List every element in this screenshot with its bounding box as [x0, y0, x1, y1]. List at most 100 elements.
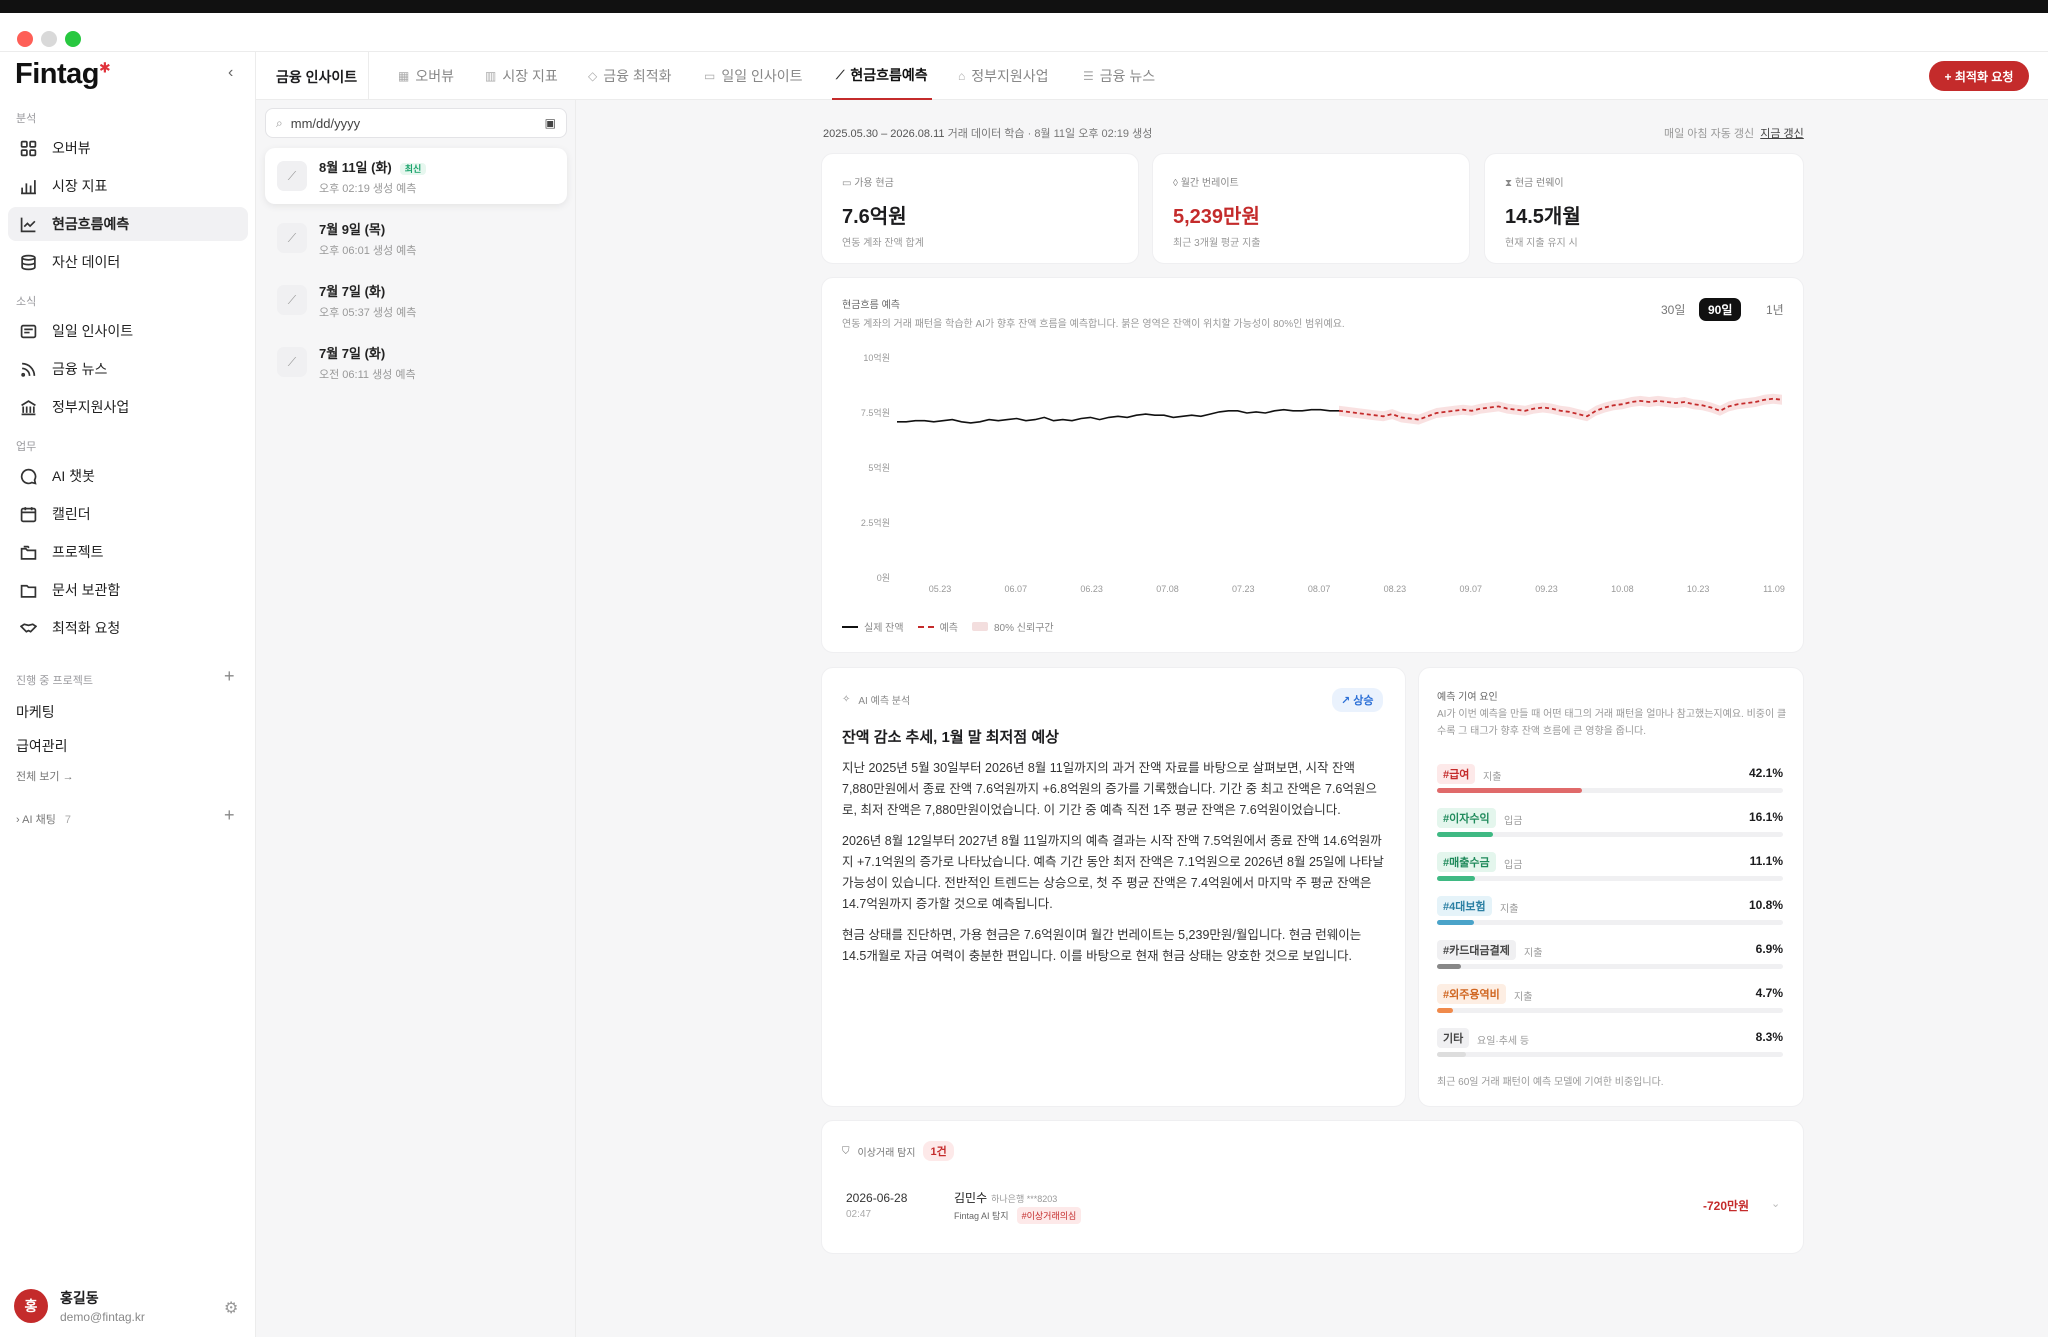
- sidebar-item-overview[interactable]: 오버뷰: [8, 131, 248, 165]
- line-chart-icon: ⟋: [277, 161, 307, 191]
- sidebar-item-gov-support[interactable]: 정부지원사업: [8, 390, 248, 424]
- chevron-down-icon[interactable]: ⌄: [1771, 1197, 1780, 1210]
- sidebar-item-label: 문서 보관함: [52, 582, 121, 598]
- series-line-actual: [897, 408, 1339, 424]
- factor-tag: #급여: [1437, 764, 1476, 784]
- report-item[interactable]: ⟋ 7월 7일 (화) 오전 06:11 생성 예측: [265, 334, 567, 390]
- x-tick-label: 07.23: [1232, 584, 1255, 594]
- report-list-panel: ⌕ mm/dd/yyyy ▣ ⟋ 8월 11일 (화) 최신 오후 02:19 생…: [256, 100, 576, 1337]
- sidebar-item-label: 캘린더: [52, 506, 91, 522]
- data-period-meta: 2025.05.30 – 2026.08.11 거래 데이터 학습 · 8월 1…: [823, 125, 1152, 141]
- factor-kind: 지출: [1524, 948, 1543, 959]
- refresh-now-link[interactable]: 지금 갱신: [1760, 128, 1804, 140]
- x-tick-label: 10.23: [1687, 584, 1710, 594]
- calendar-icon[interactable]: ▣: [545, 116, 556, 130]
- anomaly-count-badge: 1건: [923, 1141, 954, 1161]
- sidebar-item-label: 최적화 요청: [52, 620, 121, 636]
- settings-gear-icon[interactable]: ⚙: [224, 1298, 238, 1318]
- top-tab-bar: 금융 인사이트 ▦ 오버뷰 ▥ 시장 지표 ◇ 금융 최적화 ▭ 일일 인사이트 ⟋ 현금…: [256, 52, 2048, 100]
- sidebar-item-finance-news[interactable]: 금융 뉴스: [8, 352, 248, 386]
- page-title: 금융 인사이트: [276, 69, 358, 85]
- data-period-detail: 거래 데이터 학습 · 8월 11일 오후 02:19 생성: [944, 128, 1153, 140]
- report-item[interactable]: ⟋ 8월 11일 (화) 최신 오후 02:19 생성 예측: [265, 148, 567, 204]
- sidebar-item-project[interactable]: 프로젝트: [8, 535, 248, 569]
- factor-row: #이자수익 입금 16.1%: [1437, 808, 1783, 852]
- ai-analysis-body: 지난 2025년 5월 30일부터 2026년 8월 11일까지의 과거 잔액 …: [842, 758, 1387, 977]
- tab-gov-support[interactable]: ⌂ 정부지원사업: [958, 52, 1049, 100]
- x-tick-label: 06.07: [1005, 584, 1028, 594]
- collapse-sidebar-icon[interactable]: ‹: [228, 64, 233, 82]
- maximize-window-button[interactable]: [65, 31, 81, 47]
- prediction-factors-card: 예측 기여 요인 AI가 이번 예측을 만들 때 어떤 태그의 거래 패턴을 얼…: [1418, 667, 1804, 1107]
- date-filter-input[interactable]: ⌕ mm/dd/yyyy ▣: [265, 108, 567, 138]
- add-project-icon[interactable]: +: [224, 666, 235, 687]
- auto-refresh-text: 매일 아침 자동 갱신: [1664, 128, 1755, 140]
- handshake-icon: [18, 618, 38, 638]
- kpi-sub: 현재 지출 유지 시: [1505, 238, 1578, 249]
- factor-bar-track: [1437, 920, 1783, 925]
- tab-market[interactable]: ▥ 시장 지표: [485, 52, 558, 100]
- line-chart-icon: ⟋: [277, 347, 307, 377]
- x-tick-label: 10.08: [1611, 584, 1634, 594]
- chart-legend: 실제 잔액 예측 80% 신뢰구간: [842, 619, 1068, 634]
- avatar: 홍: [14, 1289, 48, 1323]
- sidebar-item-ai-chatbot[interactable]: AI 챗봇: [8, 459, 248, 493]
- report-title: 8월 11일 (화): [319, 159, 392, 175]
- project-item-marketing[interactable]: 마케팅: [16, 702, 55, 722]
- factor-percent: 4.7%: [1755, 986, 1783, 1000]
- sidebar-item-optimization-request[interactable]: 최적화 요청: [8, 611, 248, 645]
- project-item-payroll[interactable]: 급여관리: [16, 736, 68, 756]
- tab-overview[interactable]: ▦ 오버뷰: [398, 52, 454, 100]
- calendar-icon: [18, 504, 38, 524]
- rss-icon: [18, 359, 38, 379]
- minimize-window-button[interactable]: [41, 31, 57, 47]
- sidebar-item-calendar[interactable]: 캘린더: [8, 497, 248, 531]
- factor-bar-fill: [1437, 964, 1461, 969]
- folder-icon: [18, 580, 38, 600]
- tab-optimization[interactable]: ◇ 금융 최적화: [588, 52, 672, 100]
- report-item[interactable]: ⟋ 7월 9일 (목) 오후 06:01 생성 예측: [265, 210, 567, 266]
- header-divider: [368, 52, 369, 100]
- ai-chat-toggle[interactable]: › AI 채팅 7: [16, 811, 71, 827]
- sidebar-item-assets[interactable]: 자산 데이터: [8, 245, 248, 279]
- factor-percent: 11.1%: [1749, 854, 1783, 868]
- sidebar-item-daily-insight[interactable]: 일일 인사이트: [8, 314, 248, 348]
- factor-tag: #매출수금: [1437, 852, 1496, 872]
- sidebar-item-market[interactable]: 시장 지표: [8, 169, 248, 203]
- tab-label: 정부지원사업: [971, 68, 1049, 84]
- ai-analysis-label: ✧ AI 예측 분석: [842, 694, 911, 707]
- line-chart-icon: [18, 214, 38, 234]
- sidebar-item-documents[interactable]: 문서 보관함: [8, 573, 248, 607]
- anomaly-tag: #이상거래의심: [1016, 1207, 1082, 1224]
- ai-analysis-card: ✧ AI 예측 분석 ↗ 상승 잔액 감소 추세, 1월 말 최저점 예상 지난 …: [821, 667, 1406, 1107]
- report-subtitle: 오후 06:01 생성 예측: [319, 244, 417, 257]
- kpi-label: ▭ 가용 현금: [842, 178, 894, 189]
- fintag-logo[interactable]: Fintag✱: [15, 58, 111, 91]
- optimization-request-button[interactable]: + 최적화 요청: [1929, 61, 2029, 91]
- see-all-projects-link[interactable]: 전체 보기 →: [16, 768, 74, 784]
- ai-analysis-title: 잔액 감소 추세, 1월 말 최저점 예상: [842, 729, 1059, 746]
- tab-finance-news[interactable]: ☰ 금융 뉴스: [1083, 52, 1155, 100]
- tab-label: 오버뷰: [415, 68, 454, 84]
- y-tick-label: 7.5억원: [861, 407, 890, 418]
- close-window-button[interactable]: [17, 31, 33, 47]
- trend-up-icon: ↗: [1341, 695, 1354, 707]
- sidebar-item-label: 오버뷰: [52, 140, 91, 156]
- tab-label: 금융 최적화: [603, 68, 672, 84]
- database-icon: [18, 252, 38, 272]
- tab-daily-insight[interactable]: ▭ 일일 인사이트: [704, 52, 803, 100]
- rss-icon: ☰: [1083, 69, 1094, 83]
- sidebar-item-cashflow[interactable]: 현금흐름예측: [8, 207, 248, 241]
- user-profile[interactable]: 홍 홍길동 demo@fintag.kr: [14, 1288, 145, 1324]
- cashflow-forecast-card: 현금흐름 예측 연동 계좌의 거래 패턴을 학습한 AI가 향후 잔액 흐름을 …: [821, 277, 1804, 653]
- report-item[interactable]: ⟋ 7월 7일 (화) 오후 05:37 생성 예측: [265, 272, 567, 328]
- report-subtitle: 오후 02:19 생성 예측: [319, 182, 417, 195]
- x-tick-label: 11.09: [1763, 584, 1785, 594]
- newspaper-icon: [18, 321, 38, 341]
- tab-cashflow[interactable]: ⟋ 현금흐름예측: [832, 52, 932, 100]
- add-chat-icon[interactable]: +: [224, 805, 235, 826]
- sidebar-item-label: 시장 지표: [52, 178, 108, 194]
- search-icon: ⌕: [276, 115, 283, 130]
- legend-actual: 실제 잔액: [842, 619, 904, 634]
- y-tick-label: 0원: [877, 573, 890, 583]
